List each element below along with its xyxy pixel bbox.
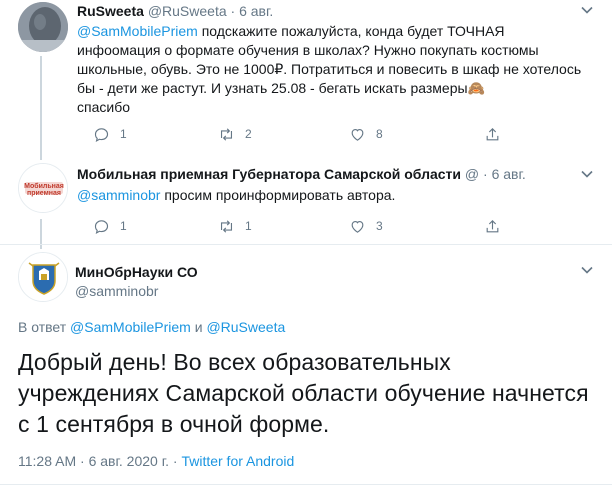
replying-to: В ответ @SamMobilePriem и @RuSweeta: [18, 318, 285, 336]
separator: ·: [168, 453, 182, 469]
mention-link[interactable]: @SamMobilePriem: [70, 319, 191, 335]
author-name[interactable]: МинОбрНауки СО: [75, 263, 198, 281]
avatar-minobrnauki[interactable]: [18, 252, 68, 302]
chevron-down-icon[interactable]: [580, 263, 594, 277]
tweet-divider: [0, 484, 612, 485]
tweet-date[interactable]: 6 авг. 2020 г.: [89, 453, 169, 469]
tweet-timestamp: 11:28 AM · 6 авг. 2020 г. · Twitter for …: [18, 452, 294, 470]
tweet-source[interactable]: Twitter for Android: [181, 453, 294, 469]
replying-and: и: [190, 319, 207, 335]
mention-link[interactable]: @RuSweeta: [206, 319, 285, 335]
tweet-divider: [0, 244, 612, 245]
main-tweet-text: Добрый день! Во всех образовательных учр…: [18, 349, 589, 437]
author-handle[interactable]: @samminobr: [75, 282, 158, 300]
separator: ·: [76, 453, 89, 469]
tweet-time[interactable]: 11:28 AM: [18, 453, 76, 469]
replying-prefix: В ответ: [18, 319, 71, 335]
